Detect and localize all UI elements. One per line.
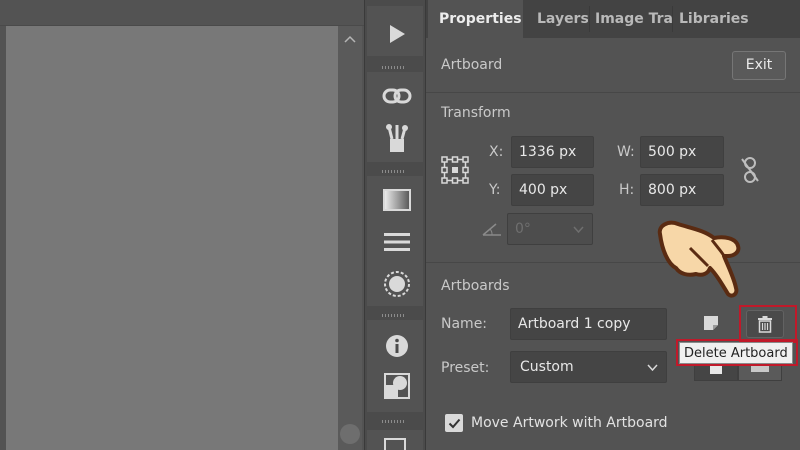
move-artwork-label: Move Artwork with Artboard <box>471 415 668 431</box>
link-icon[interactable] <box>381 80 413 112</box>
tab-layers[interactable]: Layers <box>530 0 588 38</box>
panel-tabs: Properties Layers Image Tra Libraries <box>426 0 800 38</box>
pointing-hand-icon <box>652 218 744 300</box>
scroll-up-icon[interactable] <box>338 30 362 48</box>
height-field[interactable]: 800 px <box>640 174 724 206</box>
tab-image-trace[interactable]: Image Tra <box>592 0 672 38</box>
vertical-scrollbar[interactable] <box>338 26 362 450</box>
preset-value: Custom <box>520 359 574 375</box>
canvas-top-bar <box>0 0 364 26</box>
tool-group-3 <box>367 176 423 306</box>
grip-handle[interactable] <box>382 314 406 317</box>
tool-group-1 <box>367 6 423 56</box>
properties-panel: Properties Layers Image Tra Libraries Ar… <box>426 0 800 450</box>
artboard-name-field[interactable]: Artboard 1 copy <box>510 308 667 340</box>
tool-group-4 <box>367 320 423 412</box>
grip-handle[interactable] <box>382 170 406 173</box>
info-icon[interactable] <box>381 330 413 362</box>
w-label: W: <box>617 144 635 160</box>
y-field[interactable]: 400 px <box>511 174 594 206</box>
transform-heading: Transform <box>441 105 511 121</box>
scroll-thumb[interactable] <box>340 424 360 444</box>
brushes-icon[interactable] <box>381 122 413 154</box>
tab-libraries[interactable]: Libraries <box>674 0 754 38</box>
move-artwork-checkbox[interactable] <box>445 414 463 432</box>
checkmark-icon <box>448 418 460 428</box>
panel-toolbar <box>364 0 426 450</box>
y-label: Y: <box>489 182 501 198</box>
align-icon[interactable] <box>381 226 413 258</box>
tool-group-5 <box>367 430 423 450</box>
tab-properties[interactable]: Properties <box>428 0 523 38</box>
appearance-icon[interactable] <box>381 268 413 300</box>
rotate-field: 0° <box>507 213 593 245</box>
grip-handle[interactable] <box>382 66 406 69</box>
rotate-value: 0° <box>515 221 531 237</box>
preset-select[interactable]: Custom <box>510 351 667 383</box>
play-icon[interactable] <box>381 18 413 50</box>
unlink-constrain-icon[interactable] <box>738 155 762 185</box>
reference-point-icon[interactable] <box>440 155 470 185</box>
section-divider <box>426 92 800 93</box>
tooltip-highlight-box <box>676 339 798 366</box>
name-label: Name: <box>441 316 488 332</box>
x-label: X: <box>489 144 504 160</box>
layout-icon[interactable] <box>384 438 406 450</box>
grip-handle[interactable] <box>382 420 406 423</box>
preset-label: Preset: <box>441 360 490 376</box>
x-field[interactable]: 1336 px <box>511 136 594 168</box>
width-field[interactable]: 500 px <box>640 136 724 168</box>
artboard-heading: Artboard <box>441 57 503 73</box>
rotate-angle-icon <box>481 220 503 238</box>
chevron-down-icon <box>647 352 658 382</box>
tool-group-2 <box>367 72 423 162</box>
h-label: H: <box>619 182 635 198</box>
artboards-heading: Artboards <box>441 278 510 294</box>
canvas-area <box>0 0 364 450</box>
new-artboard-icon[interactable] <box>702 314 720 332</box>
gradient-icon[interactable] <box>381 184 413 216</box>
artboard-canvas[interactable] <box>6 26 338 450</box>
pathfinder-icon[interactable] <box>381 370 413 402</box>
exit-button[interactable]: Exit <box>732 51 786 80</box>
tab-separator <box>589 6 590 32</box>
tab-separator <box>672 6 673 32</box>
chevron-down-icon <box>573 214 584 244</box>
highlight-box <box>739 305 797 343</box>
